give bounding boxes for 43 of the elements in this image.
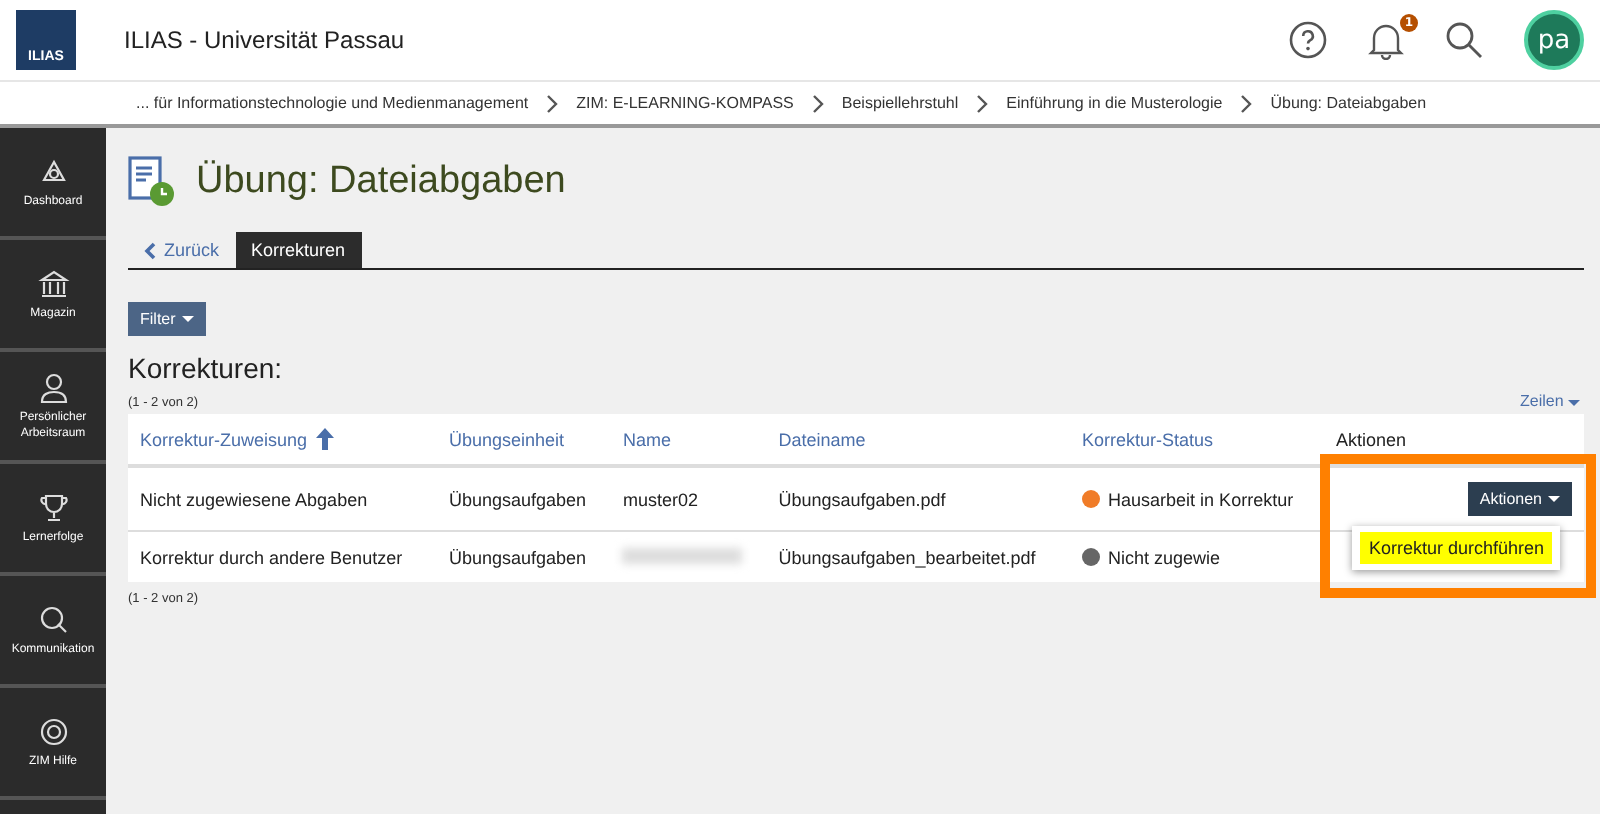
status-text: Nicht zugewie <box>1108 547 1221 567</box>
breadcrumb-link[interactable]: Übung: Dateiabgaben <box>1270 94 1427 112</box>
column-header[interactable]: Übungseinheit <box>448 429 565 449</box>
site-title: ILIAS - Universität Passau <box>124 26 405 54</box>
table-cell: Übungsaufgaben.pdf <box>778 489 946 509</box>
table-title: Korrekturen: <box>128 352 285 384</box>
chevron-icon <box>976 93 989 113</box>
chevron-left-icon <box>144 241 156 259</box>
column-header[interactable]: Dateiname <box>778 429 866 449</box>
chevron-icon <box>546 93 559 113</box>
page-title: Übung: Dateiabgaben <box>196 160 566 204</box>
chevron-icon <box>811 93 824 113</box>
help-icon[interactable] <box>1288 20 1328 60</box>
table-cell: Korrektur durch andere Benutzer <box>140 547 403 567</box>
person-icon <box>37 371 69 403</box>
column-header[interactable]: Name <box>622 429 671 449</box>
back-link[interactable]: Zurück <box>128 232 236 268</box>
lifebuoy-icon <box>37 715 69 747</box>
building-icon <box>37 267 69 299</box>
table-cell: Nicht zugewiesene Abgaben <box>140 489 368 509</box>
column-header[interactable]: Korrektur-Zuweisung <box>140 428 334 450</box>
column-header[interactable]: Korrektur-Status <box>1082 429 1214 449</box>
breadcrumb-link[interactable]: ZIM: E-LEARNING-KOMPASS <box>576 94 794 112</box>
column-header: Aktionen <box>1336 429 1407 449</box>
trophy-icon <box>37 491 69 523</box>
user-avatar[interactable]: pa <box>1524 10 1584 70</box>
breadcrumb-link[interactable]: ... für Informationstechnologie und Medienmanagement <box>136 94 529 112</box>
table-cell: muster02 <box>622 489 698 509</box>
filter-button[interactable]: Filter <box>128 302 206 336</box>
chevron-icon <box>1240 93 1253 113</box>
table-cell: Übungsaufgaben_bearbeitet.pdf <box>778 547 1036 567</box>
assignment-icon <box>128 156 176 208</box>
rows-menu-link[interactable]: Zeilen <box>1519 392 1584 410</box>
status-text: Hausarbeit in Korrektur <box>1108 489 1294 509</box>
search-icon[interactable] <box>1444 20 1484 60</box>
tab[interactable]: Korrekturen <box>235 232 362 268</box>
table-cell: Übungsaufgaben <box>448 547 587 567</box>
breadcrumb-link[interactable]: Beispiellehrstuhl <box>841 94 959 112</box>
bell-icon[interactable] <box>1368 20 1404 60</box>
table-cell: Übungsaufgaben <box>448 489 587 509</box>
menu-item[interactable]: Korrektur durchführen <box>1360 532 1552 564</box>
breadcrumb-link[interactable]: Einführung in die Musterologie <box>1006 94 1223 112</box>
actions-dropdown-button[interactable]: Aktionen <box>1467 482 1572 516</box>
